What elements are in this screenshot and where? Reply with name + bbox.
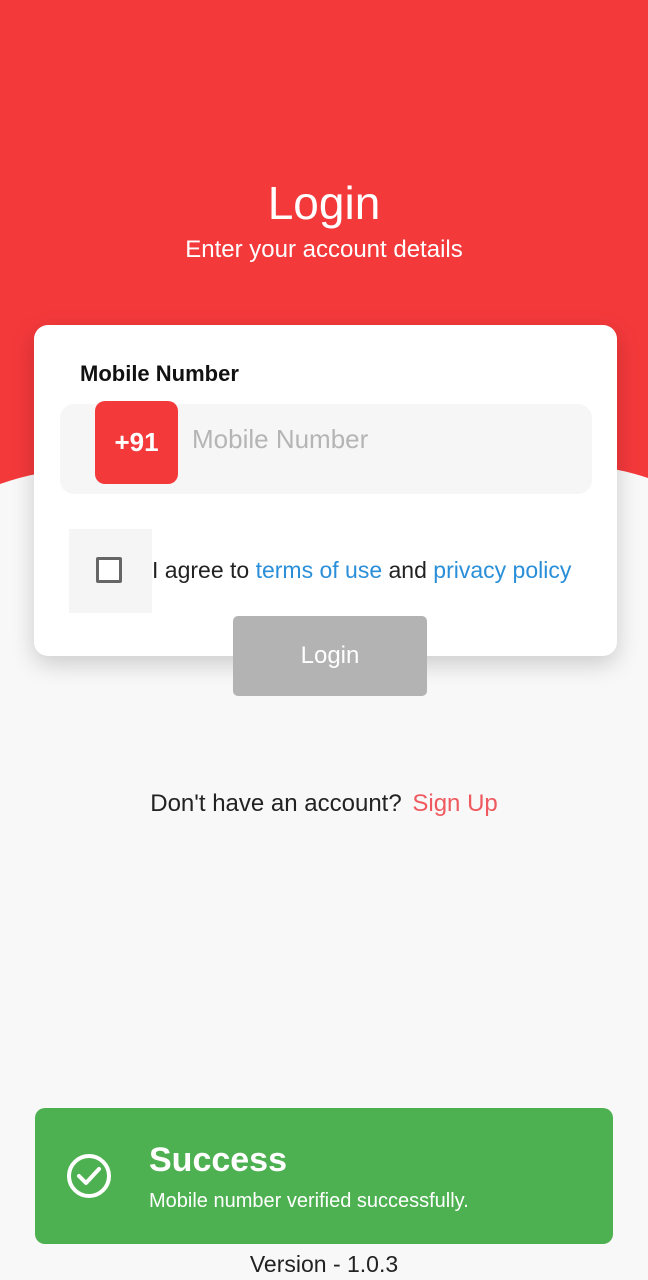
mobile-number-label: Mobile Number: [80, 361, 239, 386]
mobile-number-input[interactable]: [190, 416, 584, 462]
agree-checkbox-area[interactable]: [69, 529, 152, 613]
signup-link[interactable]: Sign Up: [412, 790, 497, 817]
signup-row: Don't have an account? Sign Up: [0, 790, 648, 818]
agree-text: I agree to terms of use and privacy poli…: [152, 557, 571, 584]
login-card: Mobile Number +91 I agree to terms of us…: [34, 325, 617, 656]
toast-title: Success: [149, 1141, 287, 1179]
mobile-input-container: +91: [60, 401, 592, 494]
agree-checkbox[interactable]: [96, 557, 122, 583]
terms-of-use-link[interactable]: terms of use: [256, 557, 383, 583]
version-label: Version - 1.0.3: [249, 1251, 399, 1277]
country-code-badge[interactable]: +91: [95, 401, 178, 484]
check-circle-icon: [67, 1154, 111, 1198]
privacy-policy-link[interactable]: privacy policy: [433, 557, 571, 583]
login-button[interactable]: Login: [233, 616, 427, 696]
signup-prompt: Don't have an account?: [150, 790, 402, 817]
page-subtitle: Enter your account details: [185, 236, 463, 263]
page-title: Login: [267, 177, 381, 229]
agree-middle: and: [388, 557, 427, 583]
agree-prefix: I agree to: [152, 557, 250, 583]
toast-message: Mobile number verified successfully.: [149, 1190, 469, 1212]
success-toast[interactable]: Success Mobile number verified successfu…: [35, 1108, 613, 1244]
